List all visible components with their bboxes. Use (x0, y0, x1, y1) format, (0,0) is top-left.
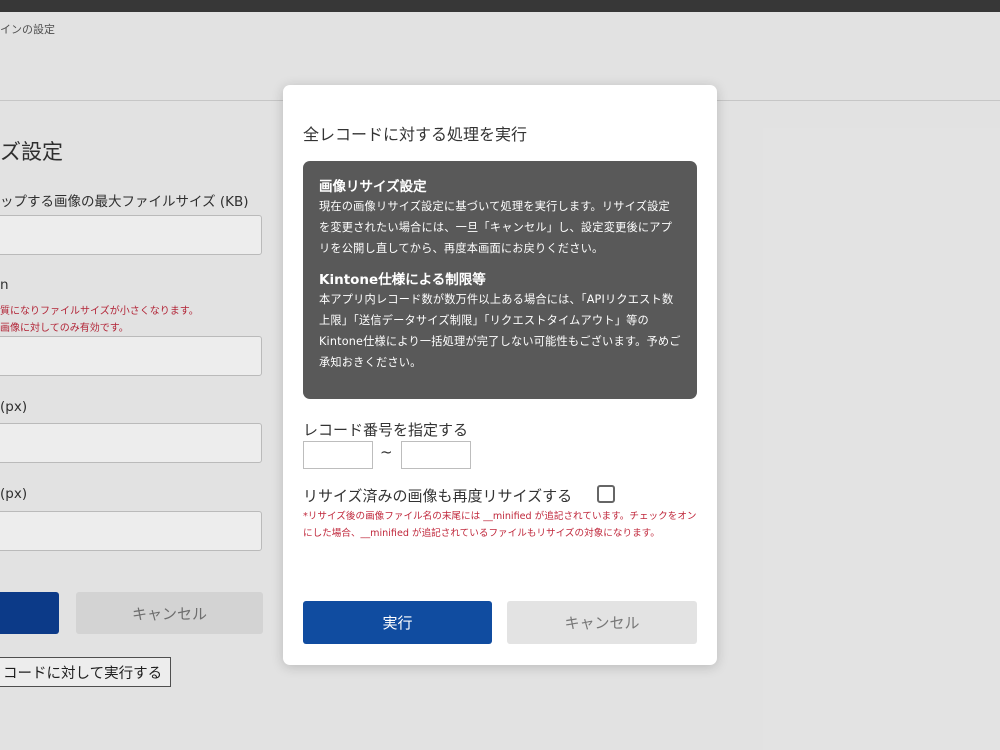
range-separator: ~ (380, 443, 393, 461)
info-text-resize: 現在の画像リサイズ設定に基づいて処理を実行します。リサイズ設定を変更されたい場合… (319, 200, 673, 255)
record-range-from-input[interactable] (303, 441, 373, 469)
resize-again-label: リサイズ済みの画像も再度リサイズする (303, 487, 573, 505)
info-heading-resize: 画像リサイズ設定 (319, 179, 427, 195)
info-box: 画像リサイズ設定 現在の画像リサイズ設定に基づいて処理を実行します。リサイズ設定… (303, 161, 697, 399)
dialog-title: 全レコードに対する処理を実行 (303, 125, 528, 144)
cancel-button[interactable]: キャンセル (507, 601, 697, 644)
record-range-to-input[interactable] (401, 441, 471, 469)
resize-note: *リサイズ後の画像ファイル名の末尾には __minified が追記されています… (303, 511, 697, 539)
resize-again-checkbox[interactable] (597, 485, 615, 503)
run-dialog: 全レコードに対する処理を実行 画像リサイズ設定 現在の画像リサイズ設定に基づいて… (283, 85, 717, 665)
record-range-label: レコード番号を指定する (303, 421, 469, 439)
run-button[interactable]: 実行 (303, 601, 492, 644)
info-heading-limits: Kintone仕様による制限等 (319, 272, 486, 288)
info-text-limits: 本アプリ内レコード数が数万件以上ある場合には、「APIリクエスト数上限」「送信デ… (319, 293, 681, 369)
